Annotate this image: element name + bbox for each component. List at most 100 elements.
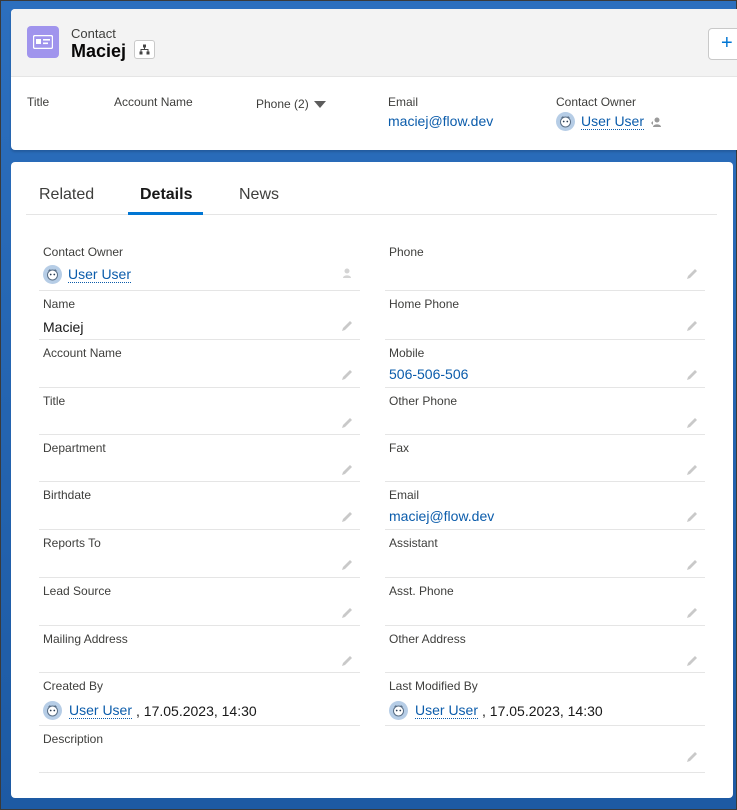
field-label: Lead Source: [43, 584, 112, 598]
app-background: Contact Maciej + Title Account Name Phon…: [0, 0, 737, 810]
field-asst-phone: Asst. Phone: [385, 578, 705, 626]
field-label: Contact Owner: [43, 245, 124, 259]
details-card: Related Details News Contact Owner User …: [11, 162, 733, 798]
record-type: Contact: [71, 26, 116, 41]
avatar-icon: [556, 112, 575, 131]
created-date: , 17.05.2023, 14:30: [136, 702, 257, 719]
field-label: Fax: [389, 441, 410, 455]
field-other-address: Other Address: [385, 626, 705, 673]
highlight-owner-label: Contact Owner: [556, 95, 637, 109]
field-label: Assistant: [389, 536, 438, 550]
pencil-icon[interactable]: [685, 654, 699, 668]
field-label: Asst. Phone: [389, 584, 454, 598]
tab-related[interactable]: Related: [39, 186, 94, 204]
field-description: Description: [39, 726, 705, 773]
highlight-owner-link[interactable]: User User: [581, 113, 645, 130]
highlight-email-link[interactable]: maciej@flow.dev: [388, 113, 493, 129]
field-value: User User: [43, 265, 132, 284]
highlight-account-label: Account Name: [114, 95, 193, 109]
field-label: Home Phone: [389, 297, 460, 311]
field-label: Birthdate: [43, 488, 92, 502]
pencil-icon[interactable]: [340, 558, 354, 572]
pencil-icon[interactable]: [340, 319, 354, 333]
field-mobile: Mobile 506-506-506: [385, 340, 705, 388]
pencil-icon[interactable]: [340, 416, 354, 430]
field-label: Other Address: [389, 632, 466, 646]
pencil-icon[interactable]: [685, 319, 699, 333]
tab-bar: Related Details News: [26, 176, 717, 215]
pencil-icon[interactable]: [685, 416, 699, 430]
field-label: Mailing Address: [43, 632, 128, 646]
hierarchy-icon: [139, 44, 150, 55]
field-label: Created By: [43, 679, 104, 693]
field-reports-to: Reports To: [39, 530, 360, 578]
record-header: Contact Maciej + Title Account Name Phon…: [11, 9, 737, 150]
active-tab-indicator: [128, 212, 203, 215]
pencil-icon[interactable]: [685, 267, 699, 281]
field-created-by: Created By User User , 17.05.2023, 14:30: [39, 673, 360, 726]
field-label: Account Name: [43, 346, 122, 360]
last-modified-date: , 17.05.2023, 14:30: [482, 702, 603, 719]
pencil-icon[interactable]: [685, 750, 699, 764]
highlight-title-label: Title: [27, 95, 50, 109]
pencil-icon[interactable]: [340, 606, 354, 620]
add-button[interactable]: +: [708, 28, 737, 60]
field-home-phone: Home Phone: [385, 291, 705, 340]
last-modified-by-link[interactable]: User User: [415, 702, 479, 719]
field-label: Department: [43, 441, 106, 455]
field-label: Title: [43, 394, 66, 408]
contact-owner-link[interactable]: User User: [68, 266, 132, 283]
field-department: Department: [39, 435, 360, 482]
field-contact-owner: Contact Owner User User: [39, 239, 360, 291]
tab-details[interactable]: Details: [140, 186, 192, 204]
field-label: Mobile: [389, 346, 425, 360]
field-label: Email: [389, 488, 420, 502]
field-label: Description: [43, 732, 104, 746]
avatar-icon: [389, 701, 408, 720]
field-name: Name Maciej: [39, 291, 360, 340]
field-label: Reports To: [43, 536, 101, 550]
email-link[interactable]: maciej@flow.dev: [389, 508, 494, 524]
avatar-icon: [43, 265, 62, 284]
pencil-icon[interactable]: [340, 368, 354, 382]
highlight-phone-dropdown[interactable]: Phone (2): [256, 97, 326, 111]
field-account-name: Account Name: [39, 340, 360, 388]
change-owner-icon[interactable]: [340, 267, 354, 281]
pencil-icon[interactable]: [340, 510, 354, 524]
field-birthdate: Birthdate: [39, 482, 360, 530]
field-label: Phone: [389, 245, 424, 259]
pencil-icon[interactable]: [340, 463, 354, 477]
field-fax: Fax: [385, 435, 705, 482]
contact-card-icon: [27, 26, 59, 58]
pencil-icon[interactable]: [685, 558, 699, 572]
field-other-phone: Other Phone: [385, 388, 705, 435]
highlight-email-label: Email: [388, 95, 419, 109]
field-label: Name: [43, 297, 76, 311]
pencil-icon[interactable]: [685, 510, 699, 524]
field-mailing-address: Mailing Address: [39, 626, 360, 673]
field-value: Maciej: [43, 319, 84, 335]
pencil-icon[interactable]: [685, 463, 699, 477]
field-phone: Phone: [385, 239, 705, 291]
change-owner-icon[interactable]: [650, 116, 662, 128]
pencil-icon[interactable]: [685, 606, 699, 620]
field-label: Other Phone: [389, 394, 458, 408]
field-label: Last Modified By: [389, 679, 478, 693]
field-value: User User , 17.05.2023, 14:30: [43, 701, 257, 720]
pencil-icon[interactable]: [340, 654, 354, 668]
field-assistant: Assistant: [385, 530, 705, 578]
field-title: Title: [39, 388, 360, 435]
avatar-icon: [43, 701, 62, 720]
caret-down-icon: [313, 100, 326, 108]
record-header-top: Contact Maciej +: [11, 9, 737, 77]
pencil-icon[interactable]: [685, 368, 699, 382]
tab-news[interactable]: News: [239, 186, 279, 204]
created-by-link[interactable]: User User: [69, 702, 133, 719]
view-hierarchy-button[interactable]: [134, 40, 155, 59]
highlight-phone-label: Phone (2): [256, 97, 309, 111]
field-last-modified-by: Last Modified By User User , 17.05.2023,…: [385, 673, 705, 726]
field-value: User User , 17.05.2023, 14:30: [389, 701, 603, 720]
field-lead-source: Lead Source: [39, 578, 360, 626]
mobile-link[interactable]: 506-506-506: [389, 366, 468, 382]
highlight-owner: User User: [556, 112, 662, 131]
